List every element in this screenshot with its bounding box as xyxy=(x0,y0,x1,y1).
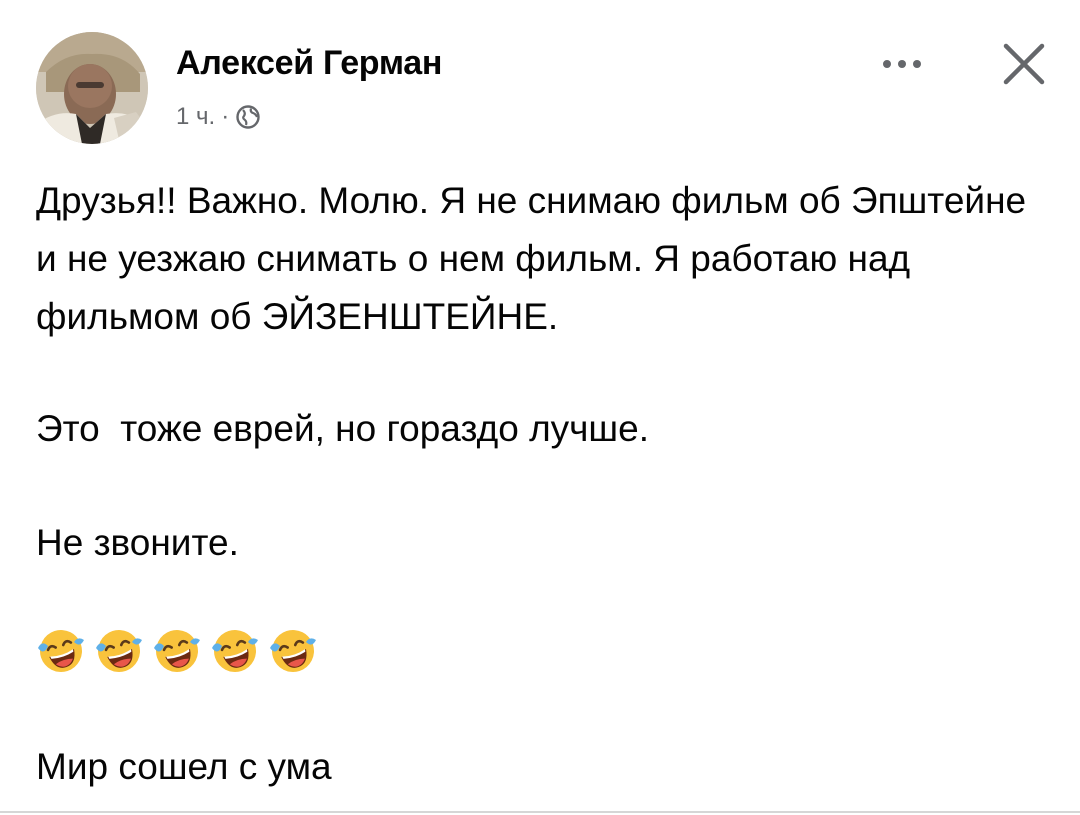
more-dots-icon xyxy=(883,60,891,68)
close-button[interactable] xyxy=(996,36,1052,92)
meta-separator: · xyxy=(221,103,230,130)
post-paragraph: Мир сошел с ума xyxy=(36,746,332,787)
divider xyxy=(0,811,1080,813)
post-meta: 1 ч. · xyxy=(176,102,261,132)
facebook-post: Алексей Герман 1 ч. · Друзья!! Важно. Мо… xyxy=(0,0,1080,815)
face-with-tears-of-joy-icon xyxy=(268,626,318,676)
face-with-tears-of-joy-icon xyxy=(210,626,260,676)
more-dot xyxy=(898,60,906,68)
post-header: Алексей Герман 1 ч. · xyxy=(36,32,1046,144)
close-icon xyxy=(1003,43,1045,85)
post-time[interactable]: 1 ч. xyxy=(176,103,215,131)
globe-icon[interactable] xyxy=(235,104,261,130)
post-paragraph: Друзья!! Важно. Молю. Я не снимаю фильм … xyxy=(36,180,1037,337)
more-dot xyxy=(913,60,921,68)
face-with-tears-of-joy-icon xyxy=(152,626,202,676)
emoji-row xyxy=(36,626,318,686)
face-with-tears-of-joy-icon xyxy=(36,626,86,676)
more-options-button[interactable] xyxy=(872,44,932,84)
face-with-tears-of-joy-icon xyxy=(94,626,144,676)
author-name[interactable]: Алексей Герман xyxy=(176,44,442,83)
author-avatar[interactable] xyxy=(36,32,148,144)
avatar-photo xyxy=(36,32,148,144)
post-paragraph: Это тоже еврей, но гораздо лучше. xyxy=(36,408,649,449)
post-paragraph: Не звоните. xyxy=(36,522,239,563)
